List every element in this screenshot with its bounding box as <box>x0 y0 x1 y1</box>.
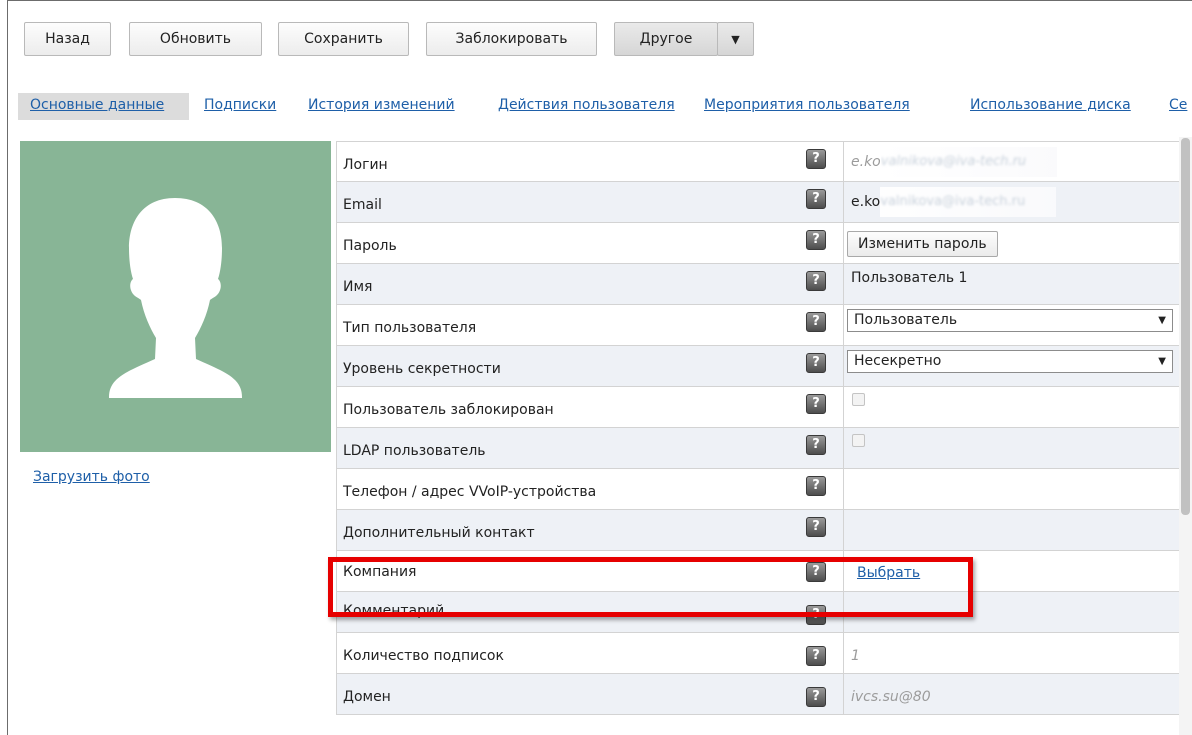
column-divider <box>843 142 844 182</box>
help-icon[interactable]: ? <box>806 605 826 625</box>
email-field[interactable]: e.ko valnikova@iva-tech.ru <box>851 182 1057 223</box>
upload-photo-link[interactable]: Загрузить фото <box>33 469 150 485</box>
tab-user-actions[interactable]: Действия пользователя <box>498 97 675 113</box>
column-divider <box>843 633 844 673</box>
help-icon[interactable]: ? <box>806 230 826 250</box>
row-company: Компания ? Выбрать <box>336 551 1184 592</box>
row-phone: Телефон / адрес VVoIP-устройства ? <box>336 469 1184 510</box>
tab-bar: Основные данные Подписки История изменен… <box>18 93 1192 121</box>
tab-user-events[interactable]: Мероприятия пользователя <box>704 97 910 113</box>
scrollbar-thumb[interactable] <box>1181 138 1190 515</box>
ldap-label: LDAP пользователь <box>343 443 486 459</box>
column-divider <box>843 469 844 509</box>
user-silhouette-icon <box>109 198 242 398</box>
domain-label: Домен <box>343 689 391 705</box>
column-divider <box>843 592 844 632</box>
column-divider <box>843 428 844 468</box>
column-divider <box>843 346 844 386</box>
comment-label: Комментарий <box>343 603 445 619</box>
other-button[interactable]: Другое <box>614 22 718 56</box>
other-dropdown-toggle[interactable]: ▼ <box>717 22 754 56</box>
help-icon[interactable]: ? <box>806 562 826 582</box>
user-type-select[interactable]: Пользователь ▼ <box>847 309 1173 332</box>
row-email: Email ? e.ko valnikova@iva-tech.ru <box>336 182 1184 223</box>
column-divider <box>843 510 844 550</box>
user-type-label: Тип пользователя <box>343 320 477 336</box>
row-comment: Комментарий ? <box>336 592 1184 633</box>
column-divider <box>843 223 844 263</box>
column-divider <box>843 674 844 714</box>
company-label: Компания <box>343 564 417 580</box>
secrecy-label: Уровень секретности <box>343 361 501 377</box>
tab-change-history[interactable]: История изменений <box>308 97 455 113</box>
help-icon[interactable]: ? <box>806 312 826 332</box>
name-label: Имя <box>343 279 373 295</box>
help-icon[interactable]: ? <box>806 687 826 707</box>
help-icon[interactable]: ? <box>806 394 826 414</box>
chevron-down-icon: ▼ <box>1158 356 1166 367</box>
login-label: Логин <box>343 157 388 173</box>
help-icon[interactable]: ? <box>806 646 826 666</box>
save-button[interactable]: Сохранить <box>278 22 409 56</box>
ldap-checkbox[interactable] <box>852 434 865 447</box>
help-icon[interactable]: ? <box>806 189 826 209</box>
avatar <box>20 141 331 452</box>
extra-contact-label: Дополнительный контакт <box>343 525 535 541</box>
redacted-area: valnikova@iva-tech.ru <box>880 187 1057 217</box>
column-divider <box>843 264 844 304</box>
domain-value: ivcs.su@80 <box>851 689 931 705</box>
secrecy-select[interactable]: Несекретно ▼ <box>847 350 1173 373</box>
tab-subscriptions[interactable]: Подписки <box>204 97 276 113</box>
row-name: Имя ? Пользователь 1 <box>336 264 1184 305</box>
help-icon[interactable]: ? <box>806 271 826 291</box>
blocked-checkbox[interactable] <box>852 393 865 406</box>
subscriptions-value: 1 <box>851 648 860 664</box>
help-icon[interactable]: ? <box>806 149 826 169</box>
phone-label: Телефон / адрес VVoIP-устройства <box>343 484 597 500</box>
help-icon[interactable]: ? <box>806 517 826 537</box>
chevron-down-icon: ▼ <box>1158 315 1166 326</box>
chevron-down-icon: ▼ <box>731 32 740 46</box>
row-subscriptions: Количество подписок ? 1 <box>336 633 1184 674</box>
row-password: Пароль ? Изменить пароль <box>336 223 1184 264</box>
back-button[interactable]: Назад <box>24 22 111 56</box>
blocked-label: Пользователь заблокирован <box>343 402 554 418</box>
tab-more[interactable]: Се <box>1169 97 1187 113</box>
subscriptions-label: Количество подписок <box>343 648 504 664</box>
row-domain: Домен ? ivcs.su@80 <box>336 674 1184 715</box>
row-user-type: Тип пользователя ? Пользователь ▼ <box>336 305 1184 346</box>
refresh-button[interactable]: Обновить <box>129 22 262 56</box>
row-blocked: Пользователь заблокирован ? <box>336 387 1184 428</box>
row-login: Логин ? e.ko valnikova@iva-tech.ru <box>336 141 1184 182</box>
help-icon[interactable]: ? <box>806 476 826 496</box>
help-icon[interactable]: ? <box>806 435 826 455</box>
tab-main-data[interactable]: Основные данные <box>30 97 164 113</box>
name-field[interactable]: Пользователь 1 <box>851 258 967 299</box>
block-button[interactable]: Заблокировать <box>426 22 597 56</box>
row-secrecy: Уровень секретности ? Несекретно ▼ <box>336 346 1184 387</box>
login-value: e.ko valnikova@iva-tech.ru <box>851 142 1057 183</box>
column-divider <box>843 182 844 222</box>
window-border-top <box>7 0 1192 1</box>
column-divider <box>843 387 844 427</box>
window-border-left <box>7 0 8 735</box>
company-select-link[interactable]: Выбрать <box>857 551 920 592</box>
row-extra-contact: Дополнительный контакт ? <box>336 510 1184 551</box>
change-password-button[interactable]: Изменить пароль <box>847 231 998 257</box>
password-label: Пароль <box>343 238 397 254</box>
email-label: Email <box>343 197 382 213</box>
help-icon[interactable]: ? <box>806 353 826 373</box>
column-divider <box>843 551 844 591</box>
tab-disk-usage[interactable]: Использование диска <box>970 97 1131 113</box>
row-ldap: LDAP пользователь ? <box>336 428 1184 469</box>
redacted-area: valnikova@iva-tech.ru <box>880 147 1057 177</box>
column-divider <box>843 305 844 345</box>
